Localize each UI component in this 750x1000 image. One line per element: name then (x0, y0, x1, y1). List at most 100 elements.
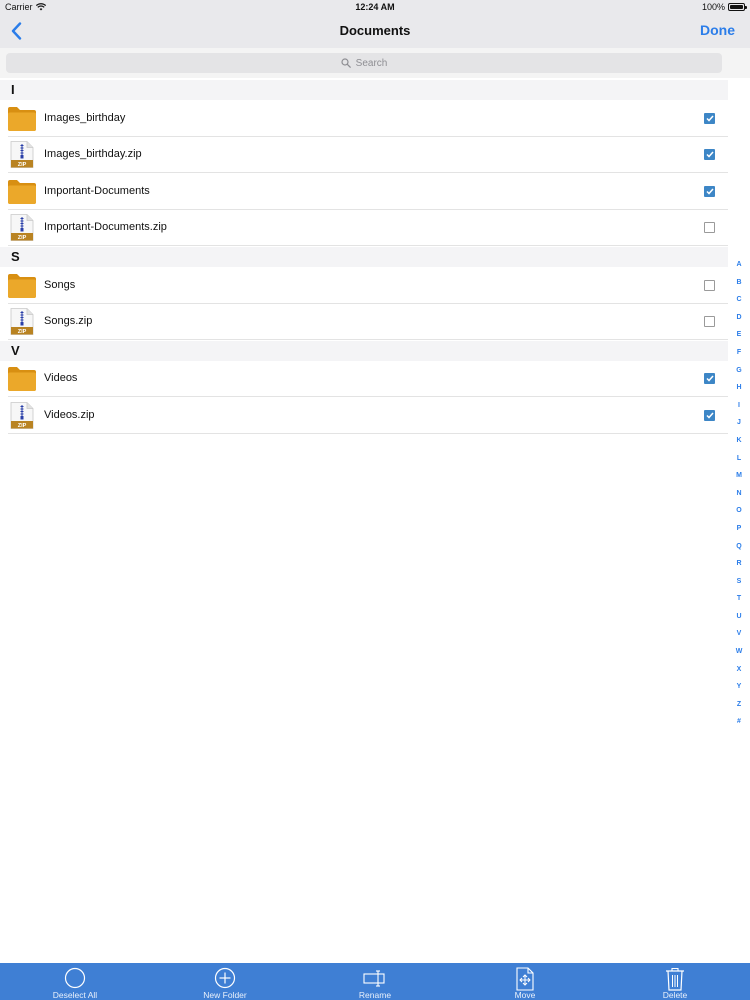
zip-badge: ZIP (18, 329, 27, 335)
move-icon (516, 967, 534, 991)
list-item[interactable]: Songs (0, 267, 728, 304)
search-placeholder: Search (355, 57, 388, 69)
move-button[interactable]: Move (470, 963, 580, 1000)
index-letter[interactable]: C (730, 291, 748, 309)
index-letter[interactable]: B (730, 274, 748, 292)
zip-file-icon: ZIP (10, 214, 34, 241)
index-letter[interactable]: N (730, 485, 748, 503)
navigation-bar: Documents Done (0, 14, 750, 48)
rename-icon (363, 970, 385, 987)
index-letter[interactable]: R (730, 555, 748, 573)
delete-button[interactable]: Delete (620, 963, 730, 1000)
index-letter[interactable]: O (730, 502, 748, 520)
index-letter[interactable]: S (730, 573, 748, 591)
deselect-all-label: Deselect All (52, 990, 98, 1000)
checkbox[interactable] (704, 280, 715, 291)
item-name: Images_birthday.zip (44, 148, 142, 160)
list-item[interactable]: Images_birthday (0, 100, 728, 137)
page-title: Documents (339, 23, 411, 38)
list-item[interactable]: ZIP Images_birthday.zip (0, 136, 728, 173)
back-button[interactable] (6, 20, 26, 42)
index-letter[interactable]: U (730, 608, 748, 626)
checkmark-icon (705, 151, 714, 158)
zip-file-icon: ZIP (10, 308, 34, 335)
index-letter[interactable]: W (730, 643, 748, 661)
zip-badge: ZIP (18, 162, 27, 168)
list-item[interactable]: ZIP Videos.zip (0, 397, 728, 434)
folder-icon (8, 274, 36, 298)
index-letter[interactable]: X (730, 661, 748, 679)
section-header-s: S (0, 247, 728, 267)
section-header-i: I (0, 80, 728, 100)
section-header-v: V (0, 341, 728, 361)
index-letter[interactable]: F (730, 344, 748, 362)
index-letter[interactable]: P (730, 520, 748, 538)
delete-label: Delete (662, 990, 688, 1000)
circle-icon (64, 967, 86, 989)
folder-icon (8, 107, 36, 131)
index-letter[interactable]: T (730, 590, 748, 608)
done-button[interactable]: Done (700, 22, 735, 38)
chevron-left-icon (11, 22, 21, 40)
plus-circle-icon (214, 967, 236, 989)
search-area: Search (0, 48, 750, 78)
checkbox[interactable] (704, 410, 715, 421)
checkbox[interactable] (704, 222, 715, 233)
index-letter[interactable]: E (730, 326, 748, 344)
checkbox[interactable] (704, 316, 715, 327)
checkmark-icon (705, 412, 714, 419)
index-letter[interactable]: I (730, 397, 748, 415)
list-item[interactable]: ZIP Important-Documents.zip (0, 209, 728, 246)
index-letter[interactable]: Y (730, 678, 748, 696)
folder-icon (8, 180, 36, 204)
move-label: Move (514, 990, 536, 1000)
folder-icon (8, 367, 36, 391)
checkbox[interactable] (704, 113, 715, 124)
search-icon (341, 58, 351, 68)
bottom-toolbar: Deselect All New Folder Rename Move Dele… (0, 963, 750, 1000)
list-item[interactable]: Important-Documents (0, 173, 728, 210)
index-letter[interactable]: Q (730, 538, 748, 556)
trash-icon (666, 967, 684, 991)
status-bar: Carrier 12:24 AM 100% (0, 0, 750, 14)
index-letter[interactable]: V (730, 625, 748, 643)
rename-label: Rename (358, 990, 392, 1000)
item-name: Important-Documents (44, 185, 150, 197)
checkbox[interactable] (704, 373, 715, 384)
checkmark-icon (705, 188, 714, 195)
index-letter[interactable]: D (730, 309, 748, 327)
list-item[interactable]: ZIP Songs.zip (0, 303, 728, 340)
checkmark-icon (705, 375, 714, 382)
rename-button[interactable]: Rename (320, 963, 430, 1000)
list-item[interactable]: Videos (0, 360, 728, 397)
item-name: Songs.zip (44, 315, 93, 327)
new-folder-label: New Folder (203, 990, 247, 1000)
search-field[interactable]: Search (6, 53, 722, 73)
index-letter[interactable]: A (730, 256, 748, 274)
index-letter[interactable]: K (730, 432, 748, 450)
index-letter[interactable]: G (730, 362, 748, 380)
index-letter[interactable]: Z (730, 696, 748, 714)
zip-file-icon: ZIP (10, 141, 34, 168)
battery-percent: 100% (701, 2, 725, 12)
item-name: Songs (44, 279, 76, 291)
status-time: 12:24 AM (355, 2, 395, 12)
item-name: Videos.zip (44, 409, 95, 421)
deselect-all-button[interactable]: Deselect All (20, 963, 130, 1000)
index-letter[interactable]: J (730, 414, 748, 432)
zip-file-icon: ZIP (10, 402, 34, 429)
battery-icon (728, 3, 747, 11)
checkbox[interactable] (704, 186, 715, 197)
zip-badge: ZIP (18, 423, 27, 429)
new-folder-button[interactable]: New Folder (170, 963, 280, 1000)
index-letter[interactable]: # (730, 713, 748, 731)
battery-info: 100% (701, 2, 747, 12)
index-letter[interactable]: M (730, 467, 748, 485)
index-letter[interactable]: L (730, 450, 748, 468)
checkmark-icon (705, 115, 714, 122)
section-index[interactable]: A B C D E F G H I J K L M N O P Q R S T … (730, 256, 748, 731)
checkbox[interactable] (704, 149, 715, 160)
index-letter[interactable]: H (730, 379, 748, 397)
item-name: Videos (44, 372, 78, 384)
item-name: Images_birthday (44, 112, 126, 124)
